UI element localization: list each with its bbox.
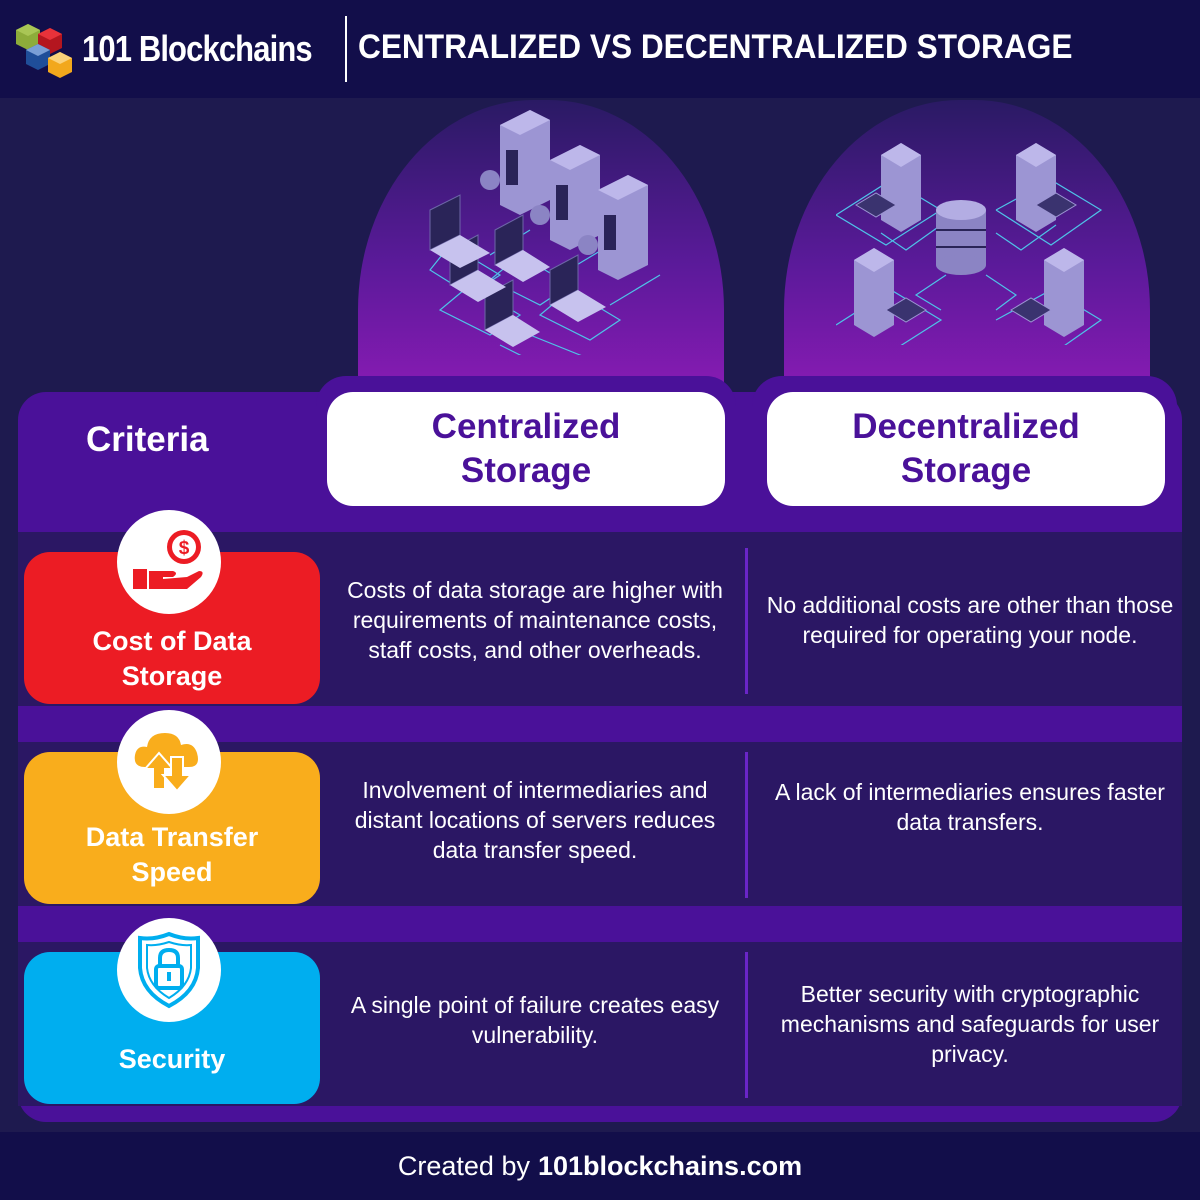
column-label-line1: Decentralized — [852, 407, 1080, 446]
page-title: CENTRALIZED VS DECENTRALIZED STORAGE — [358, 28, 1073, 66]
criterion-label: Security — [118, 1044, 226, 1074]
centralized-storage-header: Centralized Storage — [327, 392, 725, 506]
footer-prefix: Created by — [397, 1150, 530, 1181]
footer: Created by 101blockchains.com — [0, 1132, 1200, 1200]
hand-dollar-coin-icon: $ — [117, 510, 221, 614]
logo-cubes-icon — [16, 24, 72, 78]
column-divider — [745, 548, 748, 694]
security-centralized-cell: A single point of failure creates easy v… — [350, 992, 720, 1048]
brand-name: 101 Blockchains — [82, 28, 313, 69]
speed-centralized-cell: Involvement of intermediaries and distan… — [354, 777, 716, 863]
decentralized-storage-header: Decentralized Storage — [767, 392, 1165, 506]
header-divider — [345, 16, 347, 82]
criteria-header: Criteria — [86, 420, 209, 459]
column-label-line2: Storage — [900, 451, 1032, 490]
centralized-servers-laptops-illustration — [429, 110, 661, 355]
column-label-line2: Storage — [460, 451, 592, 490]
cloud-upload-download-icon — [117, 710, 221, 814]
shield-lock-icon — [117, 918, 221, 1022]
footer-site-link[interactable]: 101blockchains.com — [538, 1151, 802, 1182]
speed-decentralized-cell: A lack of intermediaries ensures faster … — [775, 779, 1165, 835]
column-divider — [745, 752, 748, 898]
criterion-label: Data Transfer Speed — [85, 822, 259, 887]
cost-decentralized-cell: No additional costs are other than those… — [766, 592, 1174, 648]
criterion-label: Cost of Data Storage — [92, 626, 252, 691]
decentralized-database-network-illustration — [836, 143, 1103, 345]
security-decentralized-cell: Better security with cryptographic mecha… — [780, 981, 1160, 1067]
svg-text:$: $ — [179, 538, 190, 559]
column-label-line1: Centralized — [431, 407, 621, 446]
column-divider — [745, 952, 748, 1098]
header-bar: 101 Blockchains CENTRALIZED VS DECENTRAL… — [0, 0, 1200, 98]
cost-centralized-cell: Costs of data storage are higher with re… — [347, 577, 723, 663]
